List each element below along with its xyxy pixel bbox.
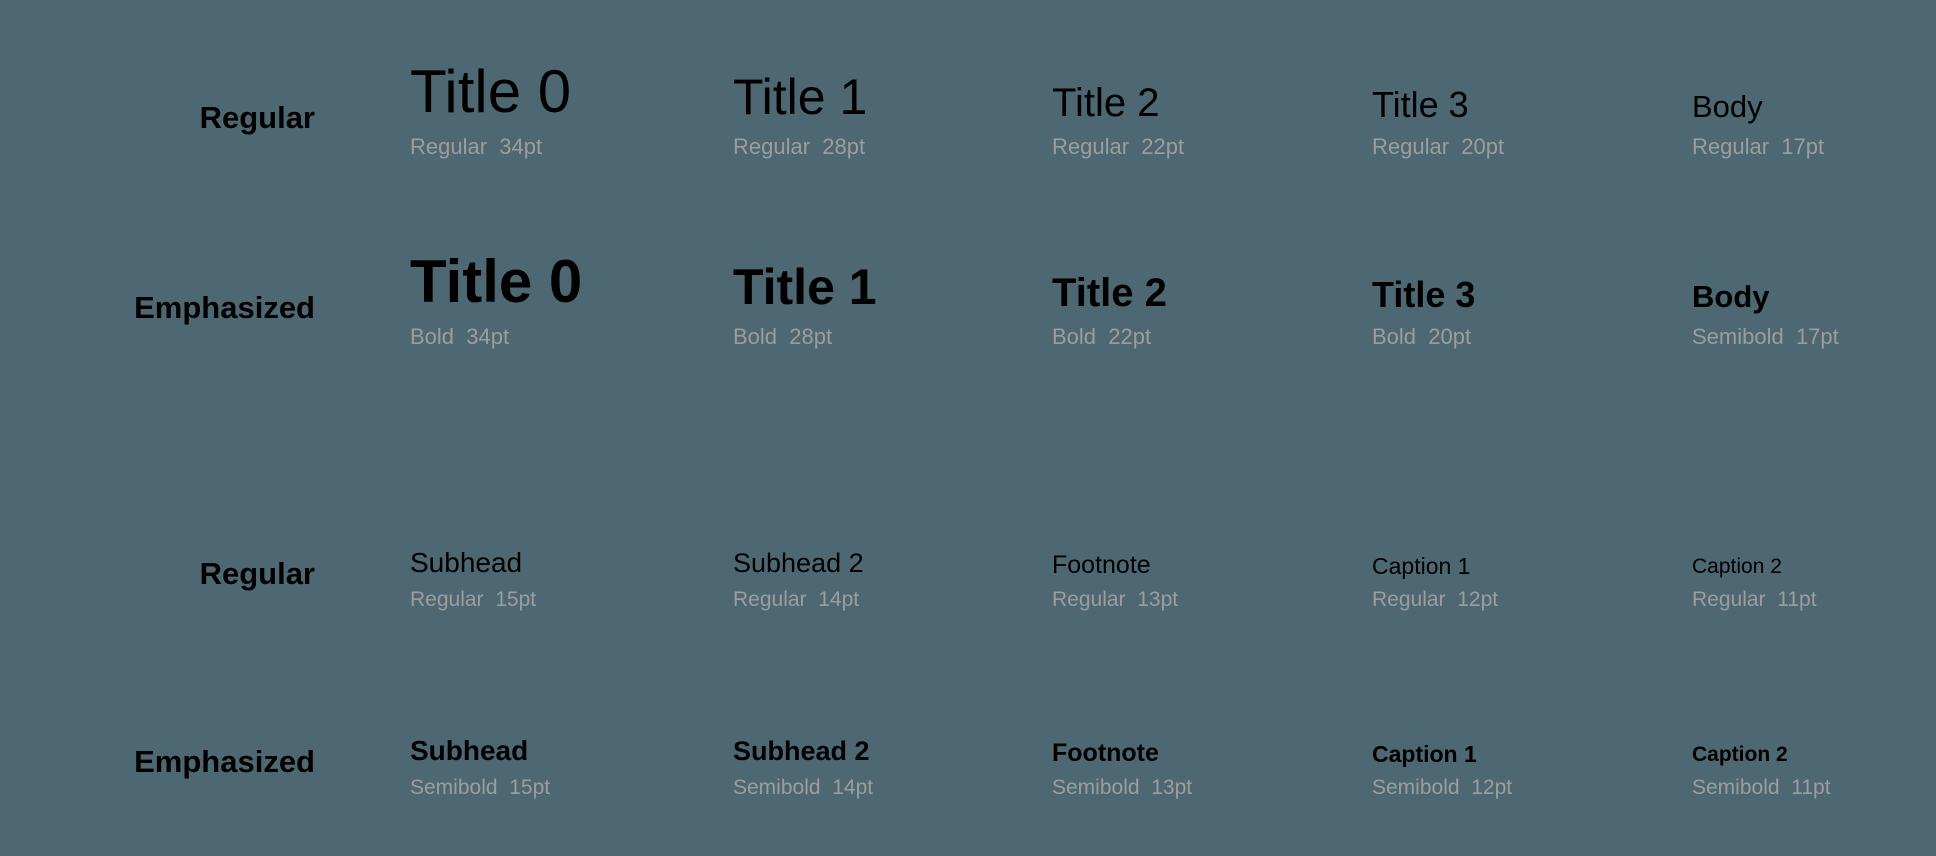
sample-descriptor: Bold 28pt xyxy=(733,324,833,349)
sample-descriptor: Bold 20pt xyxy=(1372,324,1472,349)
sample-text: Title 0 xyxy=(410,248,583,316)
sample-text: Footnote xyxy=(1052,550,1151,579)
typography-specimen-sheet: Regular Title 0 Regular 34pt Title 1 Reg… xyxy=(0,0,1936,856)
specimen-cell-title-3-emphasized: Title 3 Bold 20pt xyxy=(1372,273,1476,349)
row-label-regular-titles: Regular xyxy=(199,100,315,135)
sample-text: Title 2 xyxy=(1052,80,1160,125)
specimen-cell-title-1-regular: Title 1 Regular 28pt xyxy=(733,71,867,158)
sample-descriptor: Bold 34pt xyxy=(410,324,510,349)
row-label-regular-small: Regular xyxy=(199,556,315,591)
sample-text: Caption 1 xyxy=(1372,740,1477,767)
sample-text: Footnote xyxy=(1052,738,1159,767)
specimen-cell-footnote-regular: Footnote Regular 13pt xyxy=(1052,550,1179,611)
sample-text: Body xyxy=(1692,279,1770,315)
sample-descriptor: Regular 28pt xyxy=(733,134,866,159)
sample-text: Title 1 xyxy=(733,259,877,315)
sample-descriptor: Regular 13pt xyxy=(1052,588,1179,611)
specimen-cell-caption-1-regular: Caption 1 Regular 12pt xyxy=(1372,552,1499,611)
sample-text: Title 2 xyxy=(1052,270,1167,315)
sample-descriptor: Semibold 17pt xyxy=(1692,324,1839,349)
sample-descriptor: Semibold 15pt xyxy=(410,776,551,799)
specimen-row-regular-titles: Regular Title 0 Regular 34pt Title 1 Reg… xyxy=(0,38,1936,158)
specimen-cell-caption-2-emphasized: Caption 2 Semibold 11pt xyxy=(1692,742,1831,799)
row-label-emphasized-small: Emphasized xyxy=(134,744,315,779)
sample-text: Caption 2 xyxy=(1692,742,1788,766)
specimen-cell-caption-1-emphasized: Caption 1 Semibold 12pt xyxy=(1372,740,1513,799)
specimen-cell-title-3-regular: Title 3 Regular 20pt xyxy=(1372,83,1505,159)
sample-descriptor: Semibold 12pt xyxy=(1372,776,1513,799)
sample-text: Subhead 2 xyxy=(733,736,870,767)
specimen-cell-body-regular: Body Regular 17pt xyxy=(1692,89,1825,159)
specimen-cell-title-1-emphasized: Title 1 Bold 28pt xyxy=(733,261,877,348)
sample-descriptor: Regular 20pt xyxy=(1372,134,1505,159)
specimen-cell-title-0-emphasized: Title 0 Bold 34pt xyxy=(410,250,582,348)
sample-descriptor: Regular 17pt xyxy=(1692,134,1825,159)
specimen-cell-title-2-emphasized: Title 2 Bold 22pt xyxy=(1052,270,1167,349)
specimen-row-regular-small: Regular Subhead Regular 15pt Subhead 2 R… xyxy=(0,500,1936,610)
specimen-row-emphasized-titles: Emphasized Title 0 Bold 34pt Title 1 Bol… xyxy=(0,228,1936,348)
specimen-cell-subhead-regular: Subhead Regular 15pt xyxy=(410,548,536,610)
sample-text: Caption 1 xyxy=(1372,552,1471,579)
sample-descriptor: Regular 34pt xyxy=(410,134,543,159)
sample-text: Body xyxy=(1692,89,1763,125)
specimen-cell-title-0-regular: Title 0 Regular 34pt xyxy=(410,60,571,158)
specimen-cell-subhead-2-regular: Subhead 2 Regular 14pt xyxy=(733,549,864,610)
specimen-row-emphasized-small: Emphasized Subhead Semibold 15pt Subhead… xyxy=(0,688,1936,798)
sample-text: Subhead xyxy=(410,547,523,579)
sample-text: Title 3 xyxy=(1372,273,1476,315)
specimen-cell-subhead-2-emphasized: Subhead 2 Semibold 14pt xyxy=(733,737,873,798)
specimen-cell-subhead-emphasized: Subhead Semibold 15pt xyxy=(410,736,550,798)
sample-descriptor: Regular 14pt xyxy=(733,588,860,611)
sample-text: Caption 2 xyxy=(1692,554,1782,578)
specimen-cell-footnote-emphasized: Footnote Semibold 13pt xyxy=(1052,738,1193,799)
specimen-cell-body-emphasized: Body Semibold 17pt xyxy=(1692,279,1839,349)
sample-descriptor: Semibold 13pt xyxy=(1052,776,1193,799)
sample-text: Title 1 xyxy=(733,69,868,125)
sample-descriptor: Bold 22pt xyxy=(1052,324,1152,349)
specimen-cell-caption-2-regular: Caption 2 Regular 11pt xyxy=(1692,554,1817,611)
specimen-cell-title-2-regular: Title 2 Regular 22pt xyxy=(1052,80,1185,159)
sample-text: Subhead xyxy=(410,735,529,767)
sample-descriptor: Regular 15pt xyxy=(410,588,537,611)
sample-text: Title 3 xyxy=(1372,83,1469,125)
sample-descriptor: Semibold 14pt xyxy=(733,776,874,799)
sample-descriptor: Regular 12pt xyxy=(1372,588,1499,611)
sample-text: Subhead 2 xyxy=(733,548,864,579)
sample-descriptor: Semibold 11pt xyxy=(1692,776,1831,799)
sample-text: Title 0 xyxy=(410,58,572,126)
row-label-emphasized-titles: Emphasized xyxy=(134,290,315,325)
sample-descriptor: Regular 22pt xyxy=(1052,134,1185,159)
sample-descriptor: Regular 11pt xyxy=(1692,588,1817,611)
